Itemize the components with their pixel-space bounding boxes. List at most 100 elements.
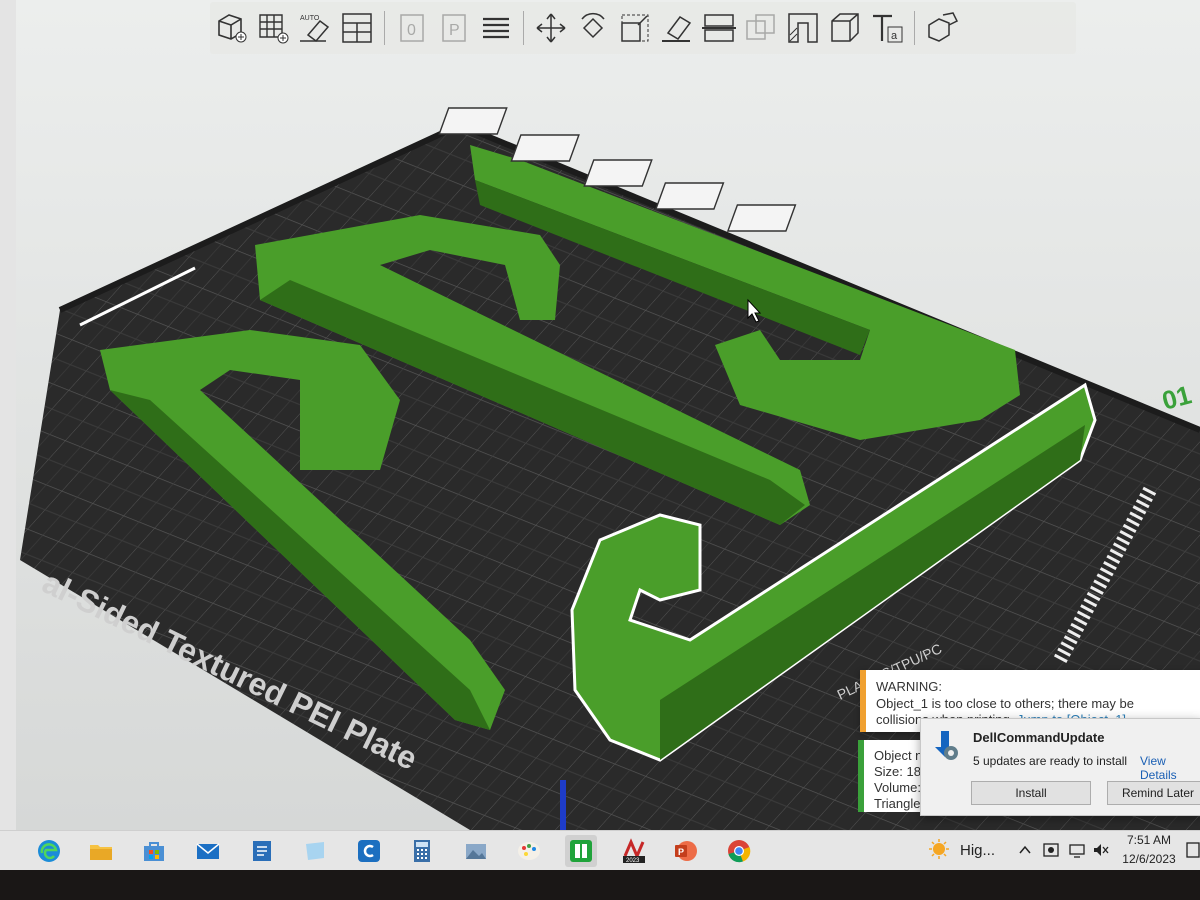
slice-plate-icon[interactable] [726, 204, 797, 232]
split-button[interactable] [699, 6, 739, 50]
taskbar-edge[interactable] [33, 835, 65, 867]
taskbar-autocad[interactable]: 2023 [618, 835, 650, 867]
weather-icon[interactable] [928, 839, 950, 863]
remind-later-button[interactable]: Remind Later [1107, 781, 1200, 805]
sticky-icon [306, 842, 324, 860]
lock-plate-icon[interactable] [654, 182, 725, 210]
seam-paint-icon [831, 13, 859, 42]
notifications-icon[interactable] [1186, 841, 1200, 861]
dell-toast-message: 5 updates are ready to install [973, 754, 1128, 768]
weather-text[interactable]: Hig... [960, 842, 995, 859]
clock-time: 7:51 AM [1126, 833, 1172, 847]
taskbar-file-explorer[interactable] [85, 835, 117, 867]
dell-toast-title: DellCommandUpdate [973, 730, 1105, 745]
svg-text:a: a [891, 30, 898, 42]
dell-update-icon [935, 731, 958, 760]
citrix-icon [358, 840, 380, 862]
taskbar-powerpoint[interactable]: P [670, 835, 702, 867]
boolean-button[interactable] [741, 6, 781, 50]
arrange-plate-icon[interactable] [583, 159, 653, 187]
svg-text:2023: 2023 [626, 858, 640, 864]
toolbar-separator [914, 11, 915, 45]
taskbar-sticky[interactable] [299, 835, 331, 867]
chrome-icon [728, 840, 751, 863]
object-info-size: Size: 18 [874, 764, 921, 779]
photos-icon [466, 844, 486, 859]
store-icon [144, 842, 164, 861]
paint-icon [518, 842, 540, 860]
lay-on-face-button[interactable] [657, 6, 697, 50]
object-info-triangles: Triangle [874, 796, 921, 811]
rotate-icon [581, 12, 605, 39]
notes-icon [253, 841, 271, 861]
move-icon [536, 13, 566, 43]
taskbar-photos[interactable] [460, 835, 492, 867]
support-paint-button[interactable] [783, 6, 823, 50]
taskbar-mail[interactable] [192, 835, 224, 867]
z-axis-gizmo [560, 780, 566, 830]
svg-text:P: P [678, 847, 684, 857]
paste-plate-icon: P [442, 14, 466, 42]
autocad-icon: 2023 [623, 838, 645, 864]
svg-text:0: 0 [407, 22, 416, 39]
windows-taskbar: 2023 P Hig... 7:51 AM 12/6/2023 [0, 830, 1200, 871]
arrange-icon [342, 13, 372, 43]
monitor-bezel [0, 870, 1200, 900]
object-info-name: Object n [874, 748, 923, 763]
text-icon: a [873, 14, 903, 43]
add-plate-button[interactable] [253, 6, 293, 50]
auto-orient-button[interactable]: AUTO [295, 6, 335, 50]
install-button[interactable]: Install [971, 781, 1091, 805]
taskbar-paint[interactable] [513, 835, 545, 867]
boolean-icon [746, 14, 775, 40]
copy-plate-icon: 0 [400, 14, 424, 42]
lay-on-face-icon [662, 16, 692, 42]
add-object-button[interactable] [211, 6, 251, 50]
layers-list-icon [483, 17, 509, 39]
speaker-muted-icon[interactable] [1092, 841, 1110, 859]
warning-line1: Object_1 is too close to others; there m… [876, 696, 1134, 711]
top-toolbar: AUTO 0 P a [210, 2, 1076, 54]
taskbar-citrix[interactable] [353, 835, 385, 867]
split-icon [702, 14, 736, 42]
taskbar-bambu-studio[interactable] [565, 835, 597, 867]
file-explorer-icon [90, 845, 112, 860]
powerpoint-icon: P [675, 841, 697, 861]
seam-paint-button[interactable] [825, 6, 865, 50]
chevron-up-icon[interactable] [1018, 843, 1032, 857]
svg-text:P: P [449, 22, 460, 39]
paste-plate-button[interactable]: P [434, 6, 474, 50]
arrange-button[interactable] [337, 6, 377, 50]
toolbar-separator [523, 11, 524, 45]
toolbar-separator [384, 11, 385, 45]
scale-icon [621, 14, 649, 42]
clock-date: 12/6/2023 [1122, 852, 1176, 866]
move-button[interactable] [531, 6, 571, 50]
taskbar-notes[interactable] [246, 835, 278, 867]
assembly-button[interactable] [922, 6, 962, 50]
system-clock[interactable]: 7:51 AM 12/6/2023 [1114, 828, 1184, 866]
add-object-icon [218, 14, 247, 43]
support-paint-icon [788, 13, 818, 43]
view-details-link[interactable]: View Details [1140, 754, 1200, 782]
security-icon[interactable] [1042, 841, 1060, 859]
scale-button[interactable] [615, 6, 655, 50]
mail-icon [196, 843, 220, 859]
text-tool-button[interactable]: a [867, 6, 907, 50]
dell-update-toast: DellCommandUpdate 5 updates are ready to… [920, 718, 1200, 816]
taskbar-chrome[interactable] [723, 835, 755, 867]
calculator-icon [414, 840, 430, 862]
add-plate-icon [259, 14, 289, 44]
layers-list-button[interactable] [476, 6, 516, 50]
close-plate-icon[interactable] [438, 107, 508, 135]
assembly-icon [928, 12, 959, 42]
taskbar-calculator[interactable] [406, 835, 438, 867]
object-info-volume: Volume: [874, 780, 921, 795]
plate-settings-icon[interactable] [510, 134, 580, 162]
rotate-button[interactable] [573, 6, 613, 50]
network-icon[interactable] [1068, 841, 1086, 859]
copy-plate-button[interactable]: 0 [392, 6, 432, 50]
taskbar-store[interactable] [138, 835, 170, 867]
bambu-studio-icon [570, 840, 592, 862]
edge-icon [38, 840, 60, 862]
